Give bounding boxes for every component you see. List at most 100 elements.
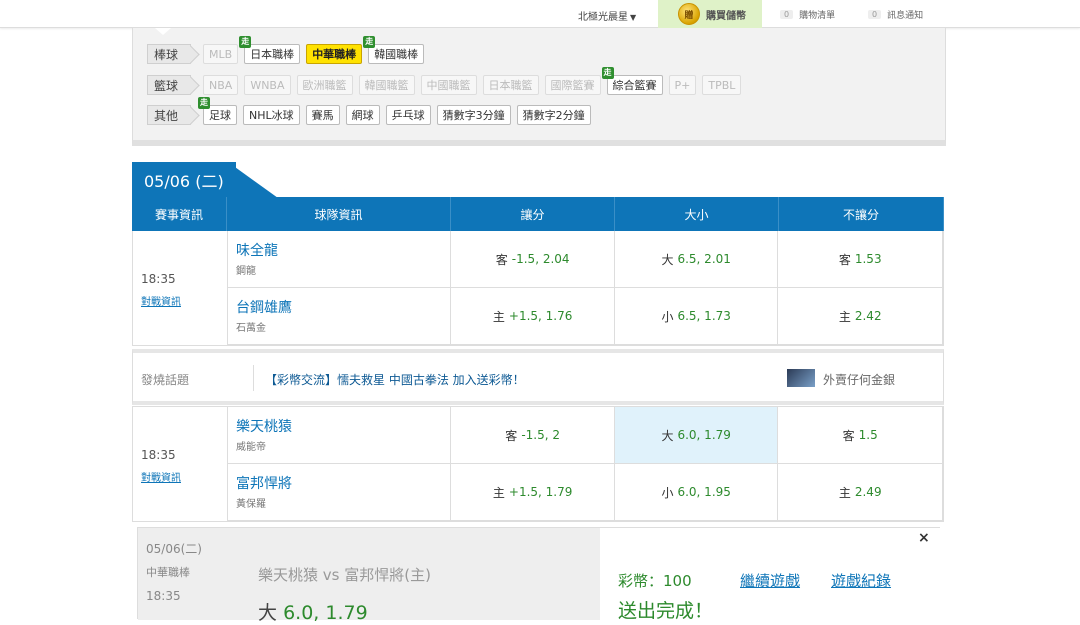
header-spread: 讓分: [451, 197, 615, 231]
spread-odds-cell[interactable]: 主 +1.5, 1.79: [451, 464, 615, 521]
game-time: 18:35: [141, 448, 176, 462]
chip-guess-2min[interactable]: 猜數字2分鐘: [516, 105, 591, 125]
live-badge-icon: 走: [601, 67, 614, 79]
chip-tpbl[interactable]: TPBL: [702, 75, 742, 95]
chip-npb[interactable]: 走日本職棒: [239, 36, 301, 64]
category-label-baseball: 棒球: [147, 44, 192, 64]
chip-guess-3min[interactable]: 猜數字3分鐘: [436, 105, 511, 125]
spread-odds-cell[interactable]: 客 -1.5, 2.04: [451, 231, 615, 288]
chip-kbo[interactable]: 走韓國職棒: [363, 36, 425, 64]
total-odds-cell[interactable]: 小 6.0, 1.95: [614, 464, 779, 521]
category-row-basketball: 籃球 NBA WNBA 歐洲職籃 韓國職籃 中國職籃 日本職籃 國際籃賽 走綜合…: [147, 67, 747, 95]
chip-bleague[interactable]: 日本職籃: [482, 75, 539, 95]
close-icon[interactable]: ×: [918, 530, 930, 546]
date-tab-slant: [228, 162, 278, 198]
team-name[interactable]: 樂天桃猿: [236, 416, 292, 436]
table-header: 賽事資訊 球隊資訊 讓分 大小 不讓分: [132, 197, 944, 231]
chip-mlb[interactable]: MLB: [203, 44, 239, 64]
team-name[interactable]: 富邦悍將: [236, 473, 292, 493]
moneyline-odds-cell[interactable]: 主 2.42: [778, 288, 943, 345]
continue-game-link[interactable]: 繼續遊戲: [740, 570, 800, 591]
game-block: 18:35 對戰資訊 樂天桃猿 威能帝 客 -1.5, 2 大 6.0, 1.79 …: [132, 406, 944, 522]
header-moneyline: 不讓分: [779, 197, 944, 231]
popup-time: 18:35: [146, 589, 181, 603]
notice-label: 訊息通知: [887, 11, 924, 21]
popup-date: 05/06(二): [146, 542, 202, 556]
table-row: 樂天桃猿 威能帝 客 -1.5, 2 大 6.0, 1.79 客 1.5: [133, 407, 943, 464]
live-badge-icon: 走: [198, 97, 211, 109]
date-tab: 05/06 (二): [132, 162, 236, 198]
bet-confirm-popup: 05/06(二) 中華職棒 18:35 樂天桃猿 vs 富邦悍將(主) 大 6.…: [137, 527, 941, 624]
team-name[interactable]: 台鋼雄鷹: [236, 297, 292, 317]
user-menu[interactable]: 北極光晨星 ▼: [578, 8, 636, 23]
chip-cba[interactable]: 中國職籃: [420, 75, 477, 95]
pitcher-name: 威能帝: [236, 442, 266, 453]
hot-topic-label: 發燒話題: [141, 373, 190, 387]
pitcher-name: 鋼龍: [236, 266, 256, 277]
cart-link[interactable]: 0 購物清單: [780, 8, 835, 21]
game-time-cell: 18:35 對戰資訊: [133, 407, 228, 521]
chip-kbl[interactable]: 韓國職籃: [358, 75, 415, 95]
pitcher-name: 石萬金: [236, 323, 266, 334]
chip-nhl[interactable]: NHL冰球: [243, 105, 300, 125]
hot-topic-bar: 發燒話題 【彩幣交流】懦夫救星 中國古拳法 加入送彩幣！ 外賣仔何金銀: [132, 349, 944, 405]
live-badge-icon: 走: [363, 36, 376, 48]
topic-author[interactable]: 外賣仔何金銀: [823, 371, 895, 388]
team-name[interactable]: 味全龍: [236, 240, 278, 260]
pitcher-name: 黃保羅: [236, 499, 266, 510]
chip-mixed-basketball[interactable]: 走綜合籃賽: [601, 67, 663, 95]
game-record-link[interactable]: 遊戲紀錄: [831, 570, 891, 591]
chip-cpbl[interactable]: 中華職棒: [306, 44, 363, 64]
chip-intl-basketball[interactable]: 國際籃賽: [544, 75, 601, 95]
matchup-info-link[interactable]: 對戰資訊: [141, 469, 181, 484]
avatar: [787, 369, 815, 387]
header-team-info: 球隊資訊: [227, 197, 451, 231]
total-odds-cell[interactable]: 小 6.5, 1.73: [614, 288, 779, 345]
spread-odds-cell[interactable]: 主 +1.5, 1.76: [451, 288, 615, 345]
panel-notch: [155, 28, 171, 35]
chip-soccer[interactable]: 走足球: [198, 97, 238, 125]
chip-table-tennis[interactable]: 乒乓球: [385, 105, 431, 125]
chip-wnba[interactable]: WNBA: [244, 75, 291, 95]
category-label-other: 其他: [147, 105, 192, 125]
live-badge-icon: 走: [239, 36, 252, 48]
total-odds-cell[interactable]: 大 6.5, 2.01: [614, 231, 779, 288]
chip-nba[interactable]: NBA: [203, 75, 239, 95]
chip-pplus[interactable]: P+: [668, 75, 697, 95]
category-row-other: 其他 走足球 NHL冰球 賽馬 網球 乒乓球 猜數字3分鐘 猜數字2分鐘: [147, 97, 597, 125]
popup-coin-balance: 彩幣：100: [618, 572, 692, 590]
spread-odds-cell[interactable]: 客 -1.5, 2: [451, 407, 615, 464]
chip-tennis[interactable]: 網球: [345, 105, 380, 125]
chip-horse-racing[interactable]: 賽馬: [305, 105, 340, 125]
username: 北極光晨星: [578, 12, 628, 23]
hot-topic-link[interactable]: 【彩幣交流】懦夫救星 中國古拳法 加入送彩幣！: [265, 371, 525, 388]
header-event-info: 賽事資訊: [132, 197, 227, 231]
moneyline-odds-cell[interactable]: 客 1.5: [778, 407, 943, 464]
cart-label: 購物清單: [799, 11, 836, 21]
cart-count: 0: [780, 10, 794, 19]
top-bar: 北極光晨星 ▼ 贈 購買儲幣 0 購物清單 0 訊息通知: [0, 0, 1080, 28]
game-time: 18:35: [141, 272, 176, 286]
header-total: 大小: [615, 197, 779, 231]
game-block: 18:35 對戰資訊 味全龍 鋼龍 客 -1.5, 2.04 大 6.5, 2.01…: [132, 231, 944, 346]
table-row: 台鋼雄鷹 石萬金 主 +1.5, 1.76 小 6.5, 1.73 主 2.42: [133, 288, 943, 345]
table-row: 富邦悍將 黃保羅 主 +1.5, 1.79 小 6.0, 1.95 主 2.49: [133, 464, 943, 521]
moneyline-odds-cell[interactable]: 主 2.49: [778, 464, 943, 521]
popup-bet-selection: 大 6.0, 1.79: [258, 602, 368, 624]
category-row-baseball: 棒球 MLB 走日本職棒 中華職棒 走韓國職棒: [147, 36, 430, 64]
total-odds-cell-selected[interactable]: 大 6.0, 1.79: [614, 407, 779, 464]
buy-coins-button[interactable]: 贈 購買儲幣: [658, 0, 762, 28]
category-label-basketball: 籃球: [147, 75, 192, 95]
table-row: 味全龍 鋼龍 客 -1.5, 2.04 大 6.5, 2.01 客 1.53: [133, 231, 943, 288]
buy-coins-label: 購買儲幣: [706, 10, 746, 22]
gift-coin-icon: 贈: [678, 3, 700, 25]
popup-league: 中華職棒: [146, 566, 190, 579]
popup-matchup: 樂天桃猿 vs 富邦悍將(主): [258, 566, 431, 584]
category-panel: 棒球 MLB 走日本職棒 中華職棒 走韓國職棒 籃球 NBA WNBA 歐洲職籃…: [132, 28, 946, 146]
matchup-info-link[interactable]: 對戰資訊: [141, 293, 181, 308]
chip-euro-basketball[interactable]: 歐洲職籃: [296, 75, 353, 95]
caret-down-icon: ▼: [630, 13, 637, 22]
team-cell: 味全龍 鋼龍: [228, 231, 452, 288]
notice-link[interactable]: 0 訊息通知: [868, 8, 923, 21]
moneyline-odds-cell[interactable]: 客 1.53: [778, 231, 943, 288]
